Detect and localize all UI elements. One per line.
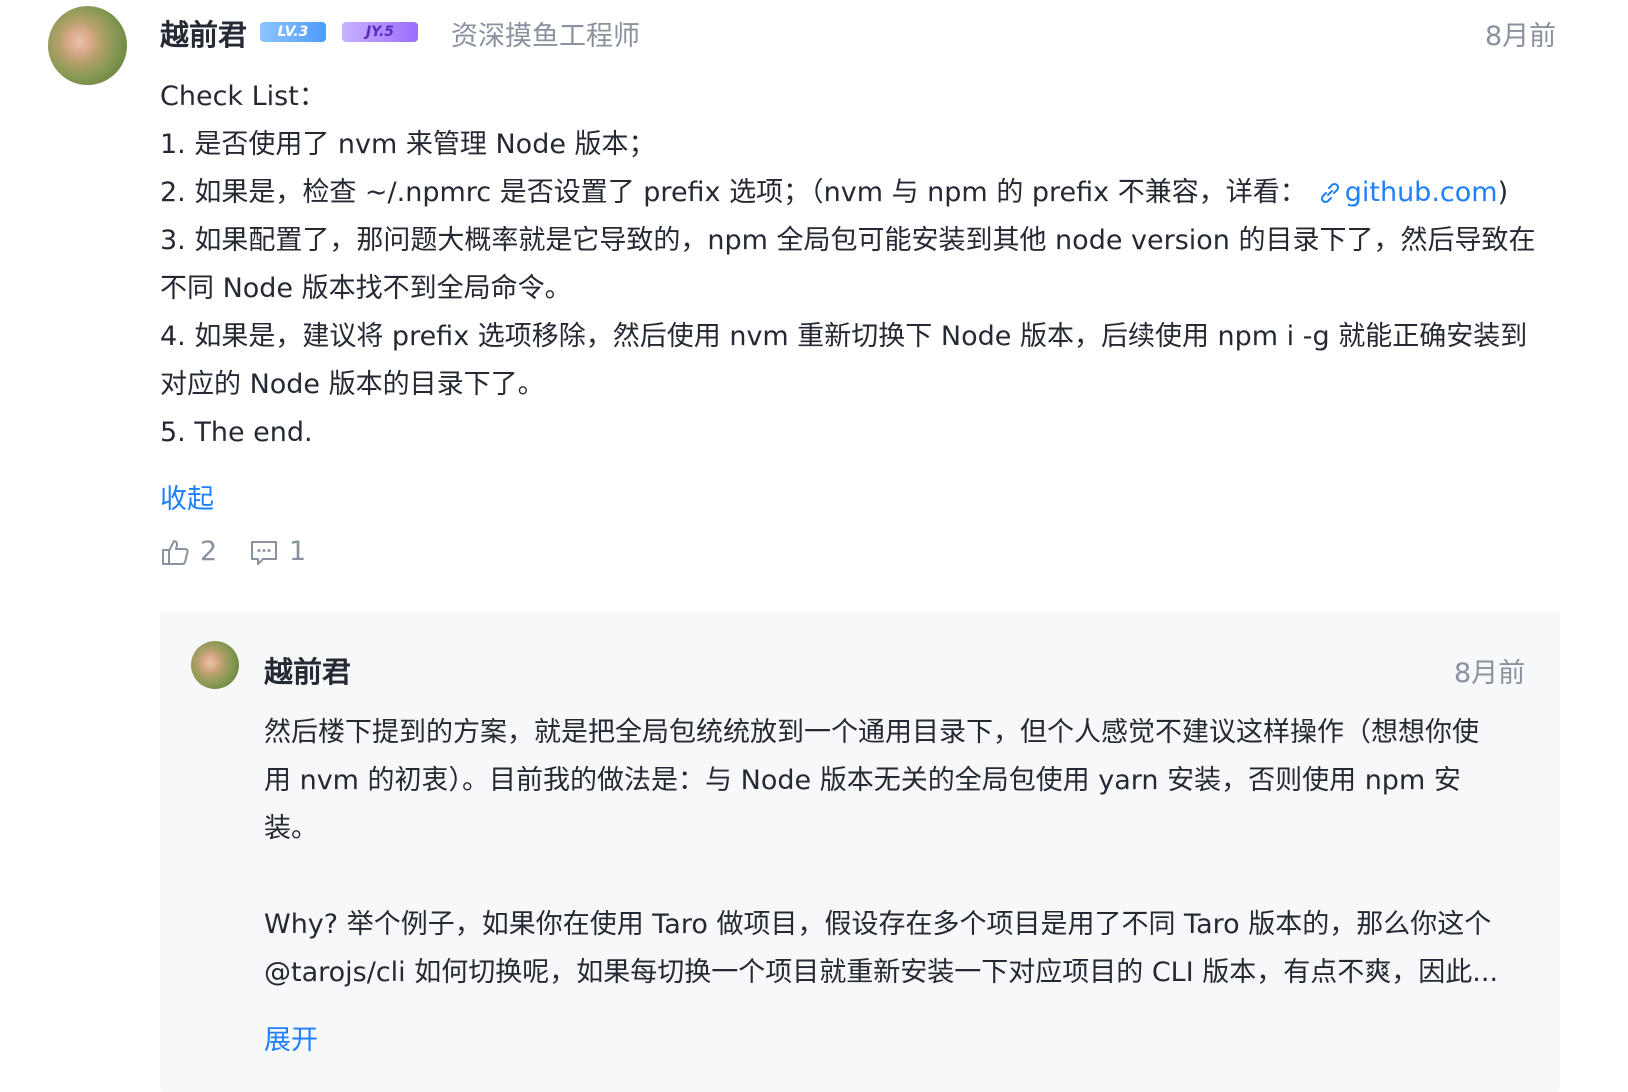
comment-line: 3. 如果配置了，那问题大概率就是它导致的，npm 全局包可能安装到其他 nod… xyxy=(160,225,1536,256)
collapse-button[interactable]: 收起 xyxy=(160,477,214,516)
reply-author-name[interactable]: 越前君 xyxy=(264,649,351,691)
comment-line-text: 2. 如果是，检查 ~/.npmrc 是否设置了 prefix 选项；（nvm … xyxy=(160,177,1307,208)
comment-time: 8月前 xyxy=(1485,21,1557,52)
comment-line: 2. 如果是，检查 ~/.npmrc 是否设置了 prefix 选项；（nvm … xyxy=(160,169,1508,217)
comment-line: 1. 是否使用了 nvm 来管理 Node 版本； xyxy=(160,129,656,160)
comment-line: 5. The end. xyxy=(160,417,313,448)
comment-icon xyxy=(251,540,277,565)
avatar[interactable] xyxy=(48,6,127,85)
comment-line: Check List： xyxy=(160,81,326,112)
reply-line: 用 nvm 的初衷）。目前我的做法是：与 Node 版本无关的全局包使用 yar… xyxy=(264,765,1461,796)
comment-author-name[interactable]: 越前君 xyxy=(160,12,247,54)
comment-line: 不同 Node 版本找不到全局命令。 xyxy=(160,273,572,304)
reply-time: 8月前 xyxy=(1454,658,1526,689)
thumbs-up-icon xyxy=(162,539,189,565)
reply-count: 1 xyxy=(289,536,307,567)
level-badge[interactable]: LV.3 xyxy=(260,22,326,42)
reply-line: Why? 举个例子，如果你在使用 Taro 做项目，假设存在多个项目是用了不同 … xyxy=(264,909,1492,940)
link-suffix: ) xyxy=(1497,177,1509,208)
reply-line: @tarojs/cli 如何切换呢，如果每切换一个项目就重新安装一下对应项目的 … xyxy=(264,957,1499,988)
expand-button[interactable]: 展开 xyxy=(264,1018,318,1057)
like-count: 2 xyxy=(200,536,218,567)
reply-avatar[interactable] xyxy=(191,641,239,689)
reply-container xyxy=(160,612,1560,1092)
jy-badge[interactable]: JY.5 xyxy=(342,22,418,42)
user-title: 资深摸鱼工程师 xyxy=(451,21,640,52)
github-link[interactable]: github.com xyxy=(1307,177,1498,208)
comment-line: 对应的 Node 版本的目录下了。 xyxy=(160,369,545,400)
reply-line: 装。 xyxy=(264,813,318,844)
reply-line: 然后楼下提到的方案，就是把全局包统统放到一个通用目录下，但个人感觉不建议这样操作… xyxy=(264,717,1479,748)
comment-line: 4. 如果是，建议将 prefix 选项移除，然后使用 nvm 重新切换下 No… xyxy=(160,321,1528,352)
like-button[interactable]: 2 xyxy=(160,536,217,567)
link-icon xyxy=(1320,182,1339,204)
link-text[interactable]: github.com xyxy=(1345,177,1498,208)
reply-button[interactable]: 1 xyxy=(249,536,306,567)
